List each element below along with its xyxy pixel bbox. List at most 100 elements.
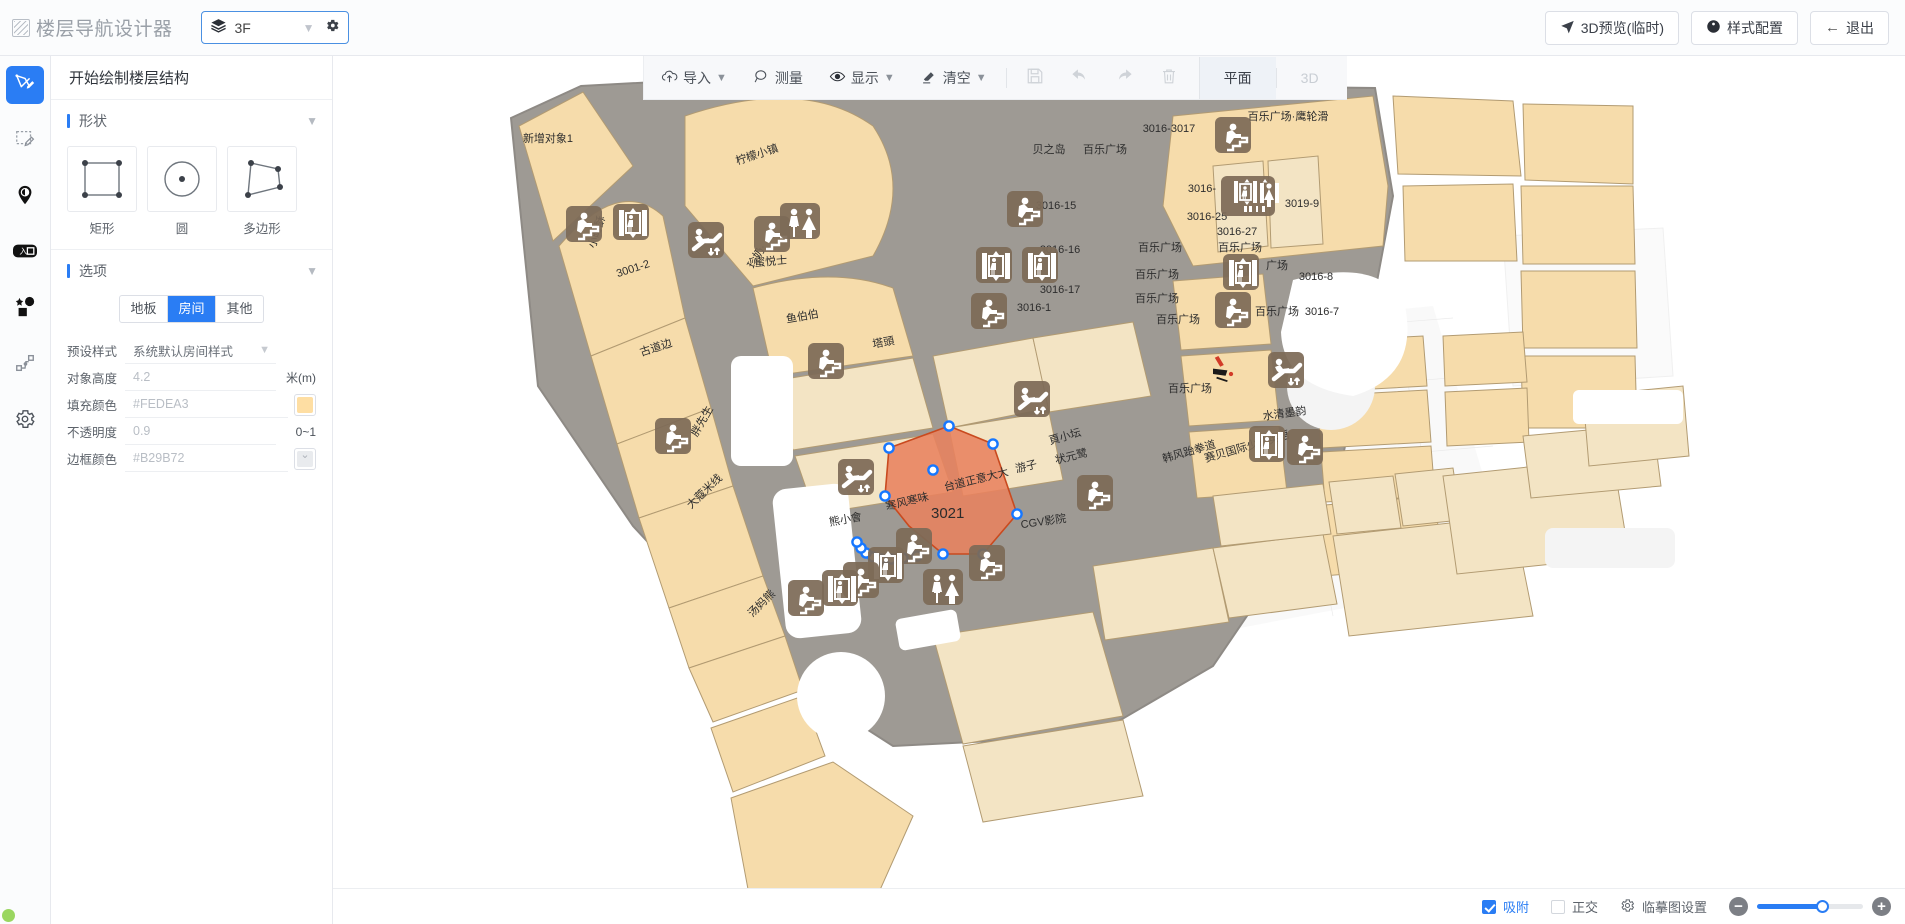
zoom-slider[interactable] xyxy=(1757,904,1863,909)
zoom-in-icon[interactable]: + xyxy=(1872,897,1891,916)
tab-floor[interactable]: 地板 xyxy=(120,296,168,322)
preset-style-select[interactable]: 系统默认房间样式 ▼ xyxy=(125,338,276,364)
snap-checkbox[interactable] xyxy=(1482,900,1496,914)
tab-other[interactable]: 其他 xyxy=(216,296,263,322)
field-preset-style: 预设样式 系统默认房间样式 ▼ xyxy=(67,337,316,364)
poi-restroom-icon[interactable] xyxy=(923,569,963,605)
shape-circle[interactable]: 圆 xyxy=(147,146,217,237)
top-bar: 楼层导航设计器 3F ▼ 3D预览(临时) xyxy=(0,0,1905,56)
shape-rectangle[interactable]: 矩形 xyxy=(67,146,137,237)
exit-button[interactable]: ← 退出 xyxy=(1810,11,1889,45)
poi-elevator-icon[interactable] xyxy=(1223,254,1259,290)
view-mode-tabs: 平面 3D xyxy=(1199,57,1343,99)
ortho-checkbox[interactable] xyxy=(1551,900,1565,914)
snap-toggle[interactable]: 吸附 xyxy=(1482,897,1529,916)
redo-button[interactable] xyxy=(1102,57,1147,99)
object-height-input[interactable]: 4.2 xyxy=(125,365,276,391)
poi-stairs-icon[interactable] xyxy=(1287,429,1323,465)
shape-polygon[interactable]: 多边形 xyxy=(227,146,297,237)
poi-elevator-icon[interactable] xyxy=(976,247,1012,283)
tab-room[interactable]: 房间 xyxy=(168,296,216,322)
rail-item-region-edit-tool[interactable] xyxy=(6,122,44,160)
room-label: 百乐广场 xyxy=(1156,312,1200,326)
chevron-down-icon[interactable]: ▼ xyxy=(303,21,315,35)
poi-restroom-icon[interactable] xyxy=(780,203,820,239)
options-section-header[interactable]: 选项 ▼ xyxy=(51,249,332,291)
poi-escalator-icon[interactable] xyxy=(1014,381,1050,417)
chevron-down-icon: ▼ xyxy=(976,72,987,84)
poi-stairs-icon[interactable] xyxy=(566,206,602,242)
field-object-height-unit: 米(m) xyxy=(276,369,316,386)
poi-stairs-icon[interactable] xyxy=(1007,191,1043,227)
display-button[interactable]: 显示 ▼ xyxy=(816,57,908,99)
poi-stairs-icon[interactable] xyxy=(1077,475,1113,511)
object-height-value: 4.2 xyxy=(133,370,150,384)
clear-button[interactable]: 清空 ▼ xyxy=(908,57,1000,99)
room-label: 百乐广场 xyxy=(1255,304,1299,318)
poi-elevator-restroom-icon[interactable] xyxy=(1221,176,1279,216)
opacity-input[interactable]: 0.9 xyxy=(125,419,276,445)
app-title-text: 楼层导航设计器 xyxy=(36,14,173,41)
poi-stairs-icon[interactable] xyxy=(788,580,824,616)
poi-elevator-icon[interactable] xyxy=(1022,247,1058,283)
rail-item-draw-tool[interactable] xyxy=(6,66,44,104)
field-object-height: 对象高度 4.2 米(m) xyxy=(67,364,316,391)
poi-escalator-icon[interactable] xyxy=(688,222,724,258)
poi-elevator-icon[interactable] xyxy=(613,204,649,240)
preview-3d-button[interactable]: 3D预览(临时) xyxy=(1545,11,1679,45)
gear-icon[interactable] xyxy=(325,18,340,37)
rail-item-poi-tool[interactable] xyxy=(6,178,44,216)
room-label: 3016-27 xyxy=(1217,226,1257,238)
poi-escalator-icon[interactable] xyxy=(1268,352,1304,388)
room-label: 3016-25 xyxy=(1187,211,1227,223)
import-button[interactable]: 导入 ▼ xyxy=(648,57,740,99)
poi-stairs-icon[interactable] xyxy=(1215,292,1251,328)
rail-item-path-tool[interactable] xyxy=(6,346,44,384)
border-color-swatch[interactable] xyxy=(294,448,316,470)
poi-stairs-icon[interactable] xyxy=(1215,117,1251,153)
rail-item-settings-tool[interactable] xyxy=(6,402,44,440)
zoom-slider-knob[interactable] xyxy=(1816,900,1829,913)
poi-stairs-icon[interactable] xyxy=(655,418,691,454)
panel-title: 开始绘制楼层结构 xyxy=(51,56,332,100)
rail-item-entrance-tool[interactable]: 入 xyxy=(6,234,44,272)
svg-text:入: 入 xyxy=(19,247,27,256)
field-border-color: 边框颜色 #B29B72 xyxy=(67,445,316,472)
floor-plan-svg[interactable]: 3F xyxy=(333,56,1905,888)
delete-button[interactable] xyxy=(1147,57,1191,99)
field-fill-color: 填充颜色 #FEDEA3 xyxy=(67,391,316,418)
chevron-down-icon[interactable]: ▼ xyxy=(306,114,318,128)
room-label: 新增对象1 xyxy=(523,131,573,145)
paper-plane-icon xyxy=(1560,19,1575,37)
chevron-down-icon[interactable]: ▼ xyxy=(306,264,318,278)
room-label: 百乐广场 xyxy=(1168,381,1212,395)
tab-3d-view[interactable]: 3D xyxy=(1277,57,1343,99)
poi-stairs-icon[interactable] xyxy=(969,545,1005,581)
poi-escalator-icon[interactable] xyxy=(838,459,874,495)
floor-selector[interactable]: 3F ▼ xyxy=(201,11,349,44)
measure-button[interactable]: 测量 xyxy=(740,57,816,99)
map-canvas[interactable]: 3F xyxy=(333,56,1905,888)
rail-item-assets-tool[interactable] xyxy=(6,290,44,328)
style-config-button[interactable]: 样式配置 xyxy=(1691,11,1798,45)
poi-stairs-icon[interactable] xyxy=(971,293,1007,329)
shape-polygon-label: 多边形 xyxy=(227,218,297,237)
shape-rectangle-label: 矩形 xyxy=(67,218,137,237)
undo-button[interactable] xyxy=(1057,57,1102,99)
selected-room-label: 3021 xyxy=(931,505,964,522)
poi-stairs-icon[interactable] xyxy=(808,343,844,379)
shapes-star-icon xyxy=(14,296,36,323)
room-label: 百乐广场 xyxy=(1135,291,1179,305)
border-color-input[interactable]: #B29B72 xyxy=(125,446,288,472)
tab-plan-view[interactable]: 平面 xyxy=(1200,57,1276,99)
poi-elevator-icon[interactable] xyxy=(1249,426,1285,462)
fill-color-input[interactable]: #FEDEA3 xyxy=(125,392,288,418)
chevron-down-icon[interactable]: ▼ xyxy=(259,344,270,356)
zoom-out-icon[interactable]: − xyxy=(1729,897,1748,916)
fill-color-swatch[interactable] xyxy=(294,394,316,416)
poi-elevator-icon[interactable] xyxy=(822,570,858,606)
ortho-toggle[interactable]: 正交 xyxy=(1551,897,1598,916)
basemap-settings-button[interactable]: 临摹图设置 xyxy=(1620,897,1707,916)
save-button[interactable] xyxy=(1013,57,1057,99)
shape-section-header[interactable]: 形状 ▼ xyxy=(51,100,332,142)
